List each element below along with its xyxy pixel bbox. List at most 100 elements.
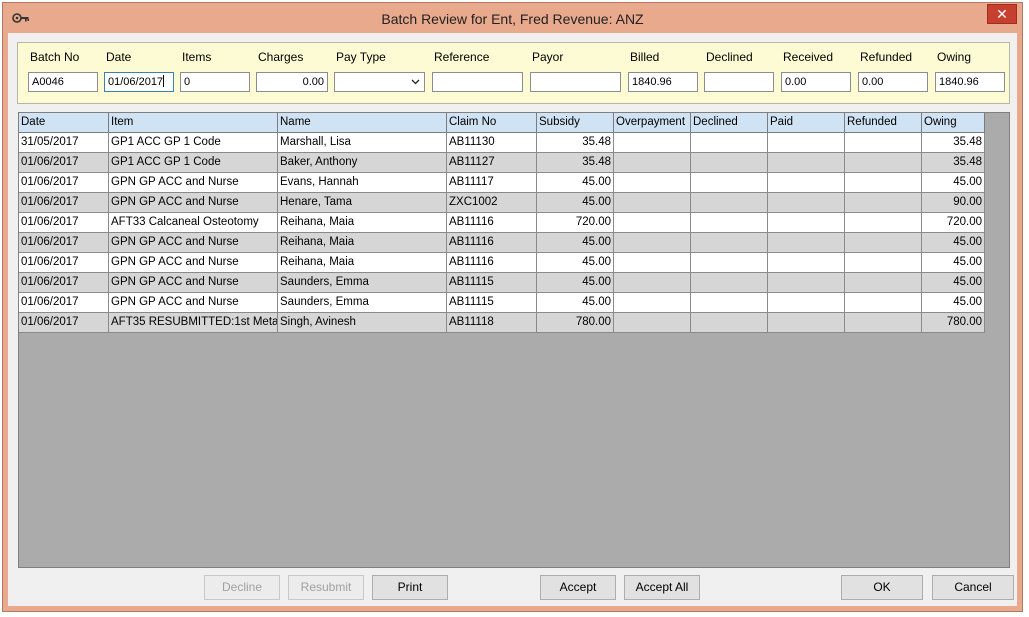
- cell-subsidy: 780.00: [537, 313, 614, 333]
- cell-claim-no: AB11115: [447, 273, 537, 293]
- cell-name: Reihana, Maia: [278, 233, 447, 253]
- cell-paid: [768, 293, 845, 313]
- cell-refunded: [845, 233, 922, 253]
- cell-overpayment: [614, 313, 691, 333]
- cell-owing: 45.00: [922, 233, 985, 253]
- cell-item: GPN GP ACC and Nurse: [109, 173, 278, 193]
- column-header-subsidy[interactable]: Subsidy: [537, 113, 614, 133]
- pay-type-label: Pay Type: [336, 50, 386, 64]
- owing-field[interactable]: 1840.96: [935, 72, 1005, 92]
- cell-name: Evans, Hannah: [278, 173, 447, 193]
- charges-field[interactable]: 0.00: [256, 72, 328, 92]
- refunded-field[interactable]: 0.00: [858, 72, 928, 92]
- declined-label: Declined: [706, 50, 753, 64]
- cell-paid: [768, 213, 845, 233]
- cancel-button[interactable]: Cancel: [932, 575, 1014, 600]
- column-header-overpayment[interactable]: Overpayment: [614, 113, 691, 133]
- cell-subsidy: 45.00: [537, 193, 614, 213]
- column-header-name[interactable]: Name: [278, 113, 447, 133]
- date-label: Date: [106, 50, 132, 64]
- title-bar: Batch Review for Ent, Fred Revenue: ANZ …: [3, 3, 1022, 33]
- close-button[interactable]: ✕: [987, 4, 1017, 24]
- cell-name: Saunders, Emma: [278, 273, 447, 293]
- cell-declined: [691, 293, 768, 313]
- payor-field[interactable]: [530, 72, 621, 92]
- batch-header-panel: Batch No A0046 Date 01/06/2017 Items 0 C…: [17, 42, 1010, 104]
- batch-no-label: Batch No: [30, 50, 80, 64]
- batch-review-window: Batch Review for Ent, Fred Revenue: ANZ …: [2, 2, 1023, 612]
- cell-declined: [691, 233, 768, 253]
- cell-item: GPN GP ACC and Nurse: [109, 273, 278, 293]
- cell-subsidy: 45.00: [537, 253, 614, 273]
- column-header-owing[interactable]: Owing: [922, 113, 985, 133]
- cell-owing: 720.00: [922, 213, 985, 233]
- cell-claim-no: AB11118: [447, 313, 537, 333]
- items-field[interactable]: 0: [180, 72, 250, 92]
- charges-label: Charges: [258, 50, 304, 64]
- ok-button[interactable]: OK: [841, 575, 923, 600]
- cell-refunded: [845, 153, 922, 173]
- cell-paid: [768, 153, 845, 173]
- cell-date: 01/06/2017: [19, 313, 109, 333]
- cell-item: GPN GP ACC and Nurse: [109, 253, 278, 273]
- cell-overpayment: [614, 173, 691, 193]
- date-field[interactable]: 01/06/2017: [104, 72, 174, 92]
- cell-claim-no: AB11127: [447, 153, 537, 173]
- billed-field[interactable]: 1840.96: [628, 72, 698, 92]
- cell-item: GPN GP ACC and Nurse: [109, 193, 278, 213]
- pay-type-select[interactable]: [334, 72, 425, 92]
- print-button[interactable]: Print: [372, 575, 448, 600]
- batch-no-field[interactable]: A0046: [28, 72, 98, 92]
- declined-field[interactable]: [704, 72, 774, 92]
- cell-declined: [691, 213, 768, 233]
- column-header-paid[interactable]: Paid: [768, 113, 845, 133]
- cell-subsidy: 35.48: [537, 153, 614, 173]
- cell-owing: 90.00: [922, 193, 985, 213]
- reference-field[interactable]: [432, 72, 523, 92]
- cell-owing: 35.48: [922, 153, 985, 173]
- column-header-item[interactable]: Item: [109, 113, 278, 133]
- cell-refunded: [845, 253, 922, 273]
- cell-name: Henare, Tama: [278, 193, 447, 213]
- cell-subsidy: 35.48: [537, 133, 614, 153]
- items-label: Items: [182, 50, 212, 64]
- cell-item: AFT35 RESUBMITTED:1st Metatarsal: [109, 313, 278, 333]
- received-label: Received: [783, 50, 834, 64]
- cell-name: Reihana, Maia: [278, 213, 447, 233]
- column-header-declined[interactable]: Declined: [691, 113, 768, 133]
- cell-claim-no: AB11115: [447, 293, 537, 313]
- dialog-body: Batch No A0046 Date 01/06/2017 Items 0 C…: [8, 33, 1017, 606]
- decline-button[interactable]: Decline: [204, 575, 280, 600]
- column-header-claim-no[interactable]: Claim No: [447, 113, 537, 133]
- accept-all-button[interactable]: Accept All: [624, 575, 700, 600]
- cell-owing: 780.00: [922, 313, 985, 333]
- cell-refunded: [845, 313, 922, 333]
- cell-declined: [691, 153, 768, 173]
- cell-declined: [691, 253, 768, 273]
- cell-overpayment: [614, 193, 691, 213]
- cell-overpayment: [614, 213, 691, 233]
- cell-claim-no: AB11116: [447, 253, 537, 273]
- payor-label: Payor: [532, 50, 564, 64]
- cell-date: 01/06/2017: [19, 253, 109, 273]
- cell-declined: [691, 133, 768, 153]
- cell-refunded: [845, 293, 922, 313]
- cell-date: 01/06/2017: [19, 233, 109, 253]
- cell-owing: 45.00: [922, 273, 985, 293]
- accept-button[interactable]: Accept: [540, 575, 616, 600]
- cell-claim-no: AB11116: [447, 213, 537, 233]
- cell-paid: [768, 273, 845, 293]
- cell-claim-no: ZXC1002: [447, 193, 537, 213]
- received-field[interactable]: 0.00: [781, 72, 851, 92]
- cell-paid: [768, 173, 845, 193]
- cell-declined: [691, 273, 768, 293]
- owing-label: Owing: [937, 50, 972, 64]
- resubmit-button[interactable]: Resubmit: [288, 575, 364, 600]
- column-header-date[interactable]: Date: [19, 113, 109, 133]
- cell-claim-no: AB11117: [447, 173, 537, 193]
- cell-declined: [691, 173, 768, 193]
- cell-date: 01/06/2017: [19, 273, 109, 293]
- text-caret: [163, 75, 165, 87]
- cell-name: Saunders, Emma: [278, 293, 447, 313]
- column-header-refunded[interactable]: Refunded: [845, 113, 922, 133]
